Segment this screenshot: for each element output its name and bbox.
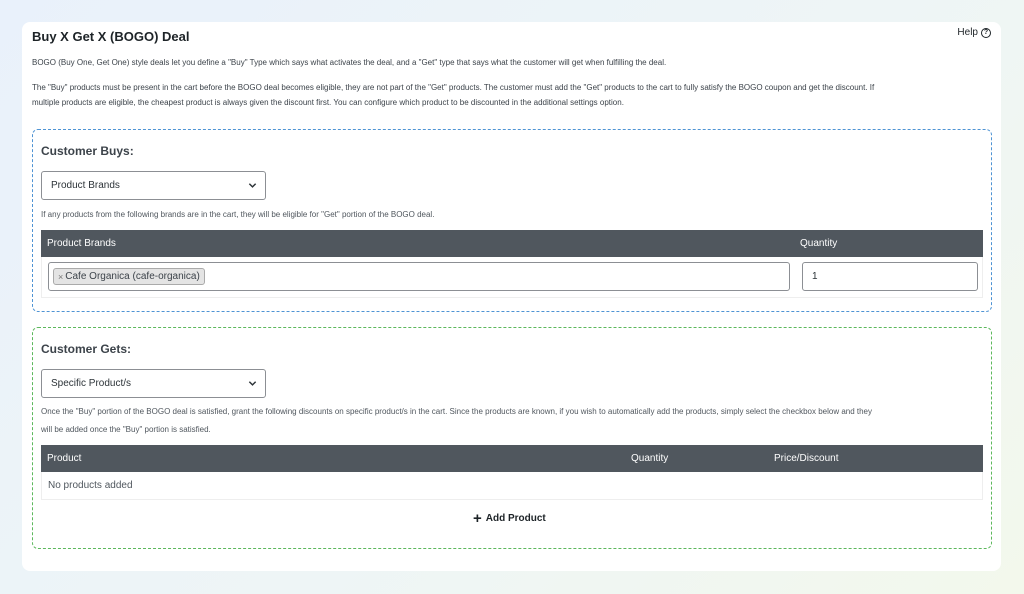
column-product-brands: Product Brands xyxy=(47,238,116,249)
chevron-down-icon xyxy=(248,183,257,188)
buy-type-selected: Product Brands xyxy=(51,180,120,191)
question-circle-icon: ? xyxy=(981,27,991,38)
column-quantity: Quantity xyxy=(631,453,669,464)
brand-tag: × Cafe Organica (cafe-organica) xyxy=(53,268,205,285)
panel-title: Buy X Get X (BOGO) Deal xyxy=(32,29,190,44)
gets-note-line2: will be added once the "Buy" portion is … xyxy=(41,425,211,434)
quantity-input[interactable]: 1 xyxy=(802,262,978,291)
chevron-down-icon xyxy=(248,381,257,386)
column-product: Product xyxy=(47,453,82,464)
customer-buys-section: Customer Buys: Product Brands If any pro… xyxy=(32,129,992,312)
bogo-panel: Buy X Get X (BOGO) Deal Help ? BOGO (Buy… xyxy=(22,22,1001,571)
table-row: × Cafe Organica (cafe-organica) 1 xyxy=(41,257,983,298)
buy-type-select[interactable]: Product Brands xyxy=(41,171,266,200)
brand-search-input[interactable]: × Cafe Organica (cafe-organica) xyxy=(48,262,790,291)
add-product-button[interactable]: + Add Product xyxy=(473,509,546,527)
intro-text: BOGO (Buy One, Get One) style deals let … xyxy=(32,58,667,67)
help-link[interactable]: Help ? xyxy=(957,27,991,38)
buys-note: If any products from the following brand… xyxy=(41,210,435,219)
brand-tag-label: Cafe Organica (cafe-organica) xyxy=(65,271,200,282)
customer-gets-section: Customer Gets: Specific Product/s Once t… xyxy=(32,327,992,549)
remove-tag-icon[interactable]: × xyxy=(58,272,63,282)
column-price-discount: Price/Discount xyxy=(774,453,839,464)
help-label: Help xyxy=(957,27,978,38)
buys-table-header: Product Brands Quantity xyxy=(41,230,983,257)
customer-gets-title: Customer Gets: xyxy=(41,342,132,356)
table-row: No products added xyxy=(41,472,983,500)
column-quantity: Quantity xyxy=(800,238,838,249)
empty-products-text: No products added xyxy=(48,480,133,491)
details-text-line2: multiple products are eligible, the chea… xyxy=(32,98,624,107)
gets-table-header: Product Quantity Price/Discount xyxy=(41,445,983,472)
get-type-selected: Specific Product/s xyxy=(51,378,132,389)
plus-icon: + xyxy=(473,509,482,527)
add-product-label: Add Product xyxy=(485,513,546,524)
get-type-select[interactable]: Specific Product/s xyxy=(41,369,266,398)
customer-buys-title: Customer Buys: xyxy=(41,144,134,158)
gets-note-line1: Once the "Buy" portion of the BOGO deal … xyxy=(41,407,873,416)
details-text-line1: The "Buy" products must be present in th… xyxy=(32,83,875,92)
